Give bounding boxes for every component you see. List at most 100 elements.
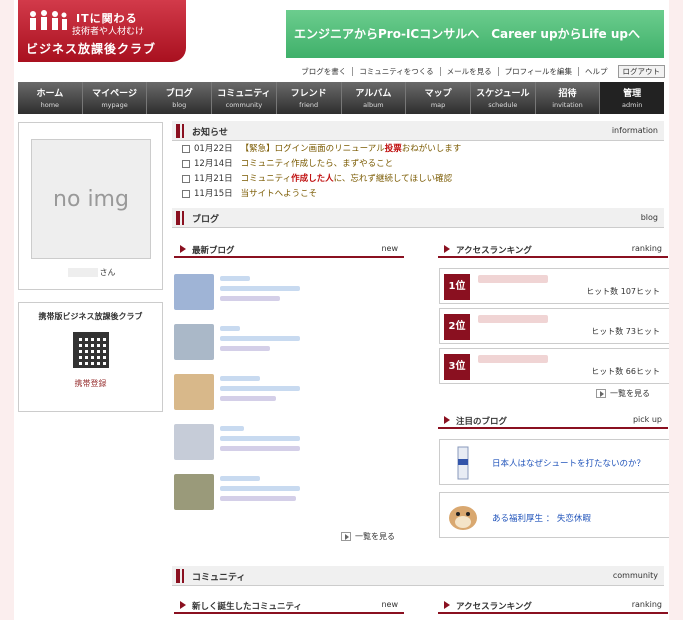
community-title: コミュニティ [192, 573, 246, 583]
username-blurred [67, 268, 98, 277]
nav-friend[interactable]: フレンド friend [277, 82, 342, 114]
blog-list-item[interactable] [174, 374, 404, 414]
blog-list-item[interactable] [174, 474, 404, 514]
nav-label: ホーム [36, 89, 64, 99]
blog-list-item[interactable] [174, 274, 404, 314]
logo-text-3: ビジネス放課後クラブ [26, 42, 157, 56]
ranking-more-link[interactable]: 一覧を見る [596, 388, 650, 399]
blog-title: ブログ [192, 215, 220, 225]
main-nav: ホーム home マイページ mypage ブログ blog コミュニティ commun… [18, 82, 665, 114]
pickup-item[interactable]: ある福利厚生 ： 失恋休暇 [439, 492, 669, 538]
rank-item[interactable]: 2位 ヒット数 73ヒット [439, 308, 669, 344]
promo-banner[interactable]: エンジニアからPro-ICコンサルへ Career upからLife upへ [286, 10, 664, 58]
news-text: コミュニティ [240, 174, 292, 184]
nav-label: コミュニティ [217, 89, 271, 99]
community-header: コミュニティ community [172, 566, 664, 586]
pickup-link[interactable]: ある福利厚生 ： 失恋休暇 [492, 513, 662, 525]
rank-number: 2位 [444, 314, 470, 340]
nav-invitation[interactable]: 招待 invitation [536, 82, 601, 114]
site-logo[interactable]: ITに関わる 技術者や人材むけ ビジネス放課後クラブ [18, 0, 186, 62]
arrow-icon [180, 601, 186, 609]
nav-admin[interactable]: 管理 admin [600, 82, 665, 114]
bullet-icon [182, 189, 190, 198]
logout-button[interactable]: ログアウト [617, 65, 665, 78]
nav-schedule[interactable]: スケジュール schedule [471, 82, 536, 114]
profile-box: no img さん [18, 122, 163, 290]
link-mail[interactable]: メールを見る [439, 67, 498, 76]
nav-sublabel: mypage [101, 101, 128, 109]
news-date: 01月22日 [194, 144, 233, 154]
rank-title-blurred [478, 315, 548, 323]
blog-thumbnail[interactable] [174, 324, 214, 360]
news-item[interactable]: 11月15日 当サイトへようこそ [182, 187, 461, 202]
logo-text-2: 技術者や人材むけ [72, 27, 145, 37]
blog-list-item[interactable] [174, 424, 404, 464]
pickup-link[interactable]: 日本人はなぜシュートを打たないのか？ [492, 458, 662, 470]
nav-sublabel: friend [299, 101, 319, 109]
ranking-en: ranking [631, 244, 662, 253]
new-community-en: new [381, 600, 398, 609]
blog-thumbnail[interactable] [174, 474, 214, 510]
nav-community[interactable]: コミュニティ community [212, 82, 277, 114]
pickup-en: pick up [632, 415, 662, 424]
arrow-icon [444, 601, 450, 609]
people-icon [30, 10, 67, 30]
more-label: 一覧を見る [355, 532, 395, 541]
blog-text-blurred [220, 426, 300, 456]
rank-title-blurred [478, 355, 548, 363]
ranking-title: アクセスランキング [456, 246, 532, 256]
link-edit-profile[interactable]: プロフィールを編集 [497, 67, 578, 76]
nav-blog[interactable]: ブログ blog [147, 82, 213, 114]
nav-label: 招待 [558, 89, 577, 99]
blog-text-blurred [220, 476, 300, 506]
rank-item[interactable]: 1位 ヒット数 107ヒット [439, 268, 669, 304]
username: さん [19, 267, 164, 278]
nav-sublabel: home [40, 101, 60, 109]
nav-map[interactable]: マップ map [406, 82, 471, 114]
nav-home[interactable]: ホーム home [18, 82, 83, 114]
news-highlight: 作成した人 [291, 174, 334, 184]
mobile-register-link[interactable]: 携帯登録 [19, 378, 162, 389]
latest-blog-en: new [381, 244, 398, 253]
username-suffix: さん [99, 268, 116, 277]
community-en: community [612, 571, 658, 580]
news-date: 11月21日 [194, 174, 233, 184]
header-bar [176, 211, 180, 225]
nav-label: ブログ [165, 89, 193, 99]
mobile-box: 携帯版ビジネス放課後クラブ 携帯登録 [18, 302, 163, 412]
news-item[interactable]: 01月22日 【緊急】ログイン画面のリニューアル投票おねがいします [182, 142, 461, 157]
nav-label: 管理 [623, 89, 642, 99]
link-write-blog[interactable]: ブログを書く [295, 67, 352, 76]
nav-sublabel: blog [172, 101, 187, 109]
nav-mypage[interactable]: マイページ mypage [83, 82, 148, 114]
link-create-community[interactable]: コミュニティをつくる [352, 67, 439, 76]
nav-label: アルバム [355, 89, 392, 99]
more-arrow-icon [341, 532, 351, 541]
nav-album[interactable]: アルバム album [342, 82, 407, 114]
blog-thumbnail[interactable] [174, 374, 214, 410]
news-highlight: 投票 [384, 144, 402, 154]
bullet-icon [182, 159, 190, 168]
blog-text-blurred [220, 276, 300, 306]
nav-sublabel: schedule [488, 101, 518, 109]
news-item[interactable]: 11月21日 コミュニティ作成した人に、忘れず継続してほしい確認 [182, 172, 461, 187]
link-help[interactable]: ヘルプ [578, 67, 614, 76]
news-item[interactable]: 12月14日 コミュニティ作成したら、まずやること [182, 157, 461, 172]
community-ranking-header: アクセスランキング ranking [438, 598, 668, 614]
blog-thumbnail[interactable] [174, 274, 214, 310]
avatar[interactable]: no img [31, 139, 151, 259]
header-bar [176, 124, 180, 138]
blog-list-item[interactable] [174, 324, 404, 364]
blog-text-blurred [220, 326, 300, 356]
header-bar [182, 569, 184, 583]
header-bar [176, 569, 180, 583]
latest-blog-more-link[interactable]: 一覧を見る [341, 531, 395, 542]
info-en: information [611, 126, 658, 135]
latest-blog-header: 最新ブログ new [174, 242, 404, 258]
pickup-item[interactable]: 日本人はなぜシュートを打たないのか？ [439, 439, 669, 485]
qr-code-icon [72, 332, 109, 368]
blog-thumbnail[interactable] [174, 424, 214, 460]
rank-number: 1位 [444, 274, 470, 300]
rank-item[interactable]: 3位 ヒット数 66ヒット [439, 348, 669, 384]
nav-sublabel: invitation [552, 101, 583, 109]
